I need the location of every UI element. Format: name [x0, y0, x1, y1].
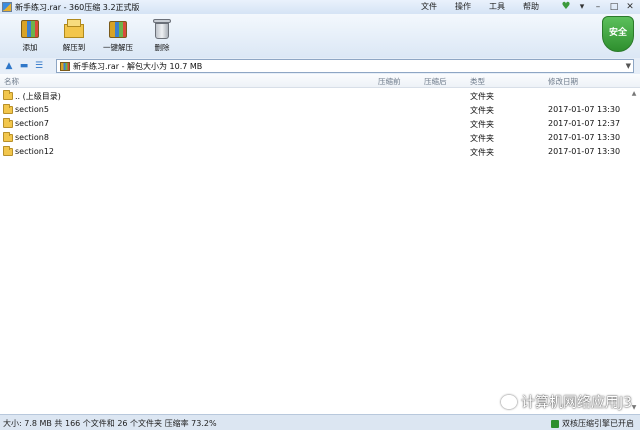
menu-help[interactable]: 帮助	[514, 0, 548, 14]
dropdown-icon[interactable]: ▾	[576, 1, 588, 13]
address-bar: ▲ ▬ ☰ 新手练习.rar - 解包大小为 10.7 MB ▼	[0, 58, 640, 74]
engine-status: 双核压缩引擎已开启	[551, 418, 634, 429]
list-item[interactable]: section7 文件夹 2017-01-07 12:37	[0, 117, 630, 131]
file-modified: 2017-01-07 13:30	[548, 133, 621, 142]
extract-to-button[interactable]: 解压到	[52, 14, 96, 58]
column-packed[interactable]: 压缩后	[424, 76, 447, 87]
list-item[interactable]: section5 文件夹 2017-01-07 13:30	[0, 103, 630, 117]
folder-open-icon	[63, 18, 85, 40]
archive-extract-icon	[107, 18, 129, 40]
engine-status-text: 双核压缩引擎已开启	[562, 419, 634, 428]
archive-add-icon	[19, 18, 41, 40]
close-button[interactable]: ✕	[624, 1, 636, 13]
maximize-button[interactable]: □	[608, 1, 620, 13]
column-type[interactable]: 类型	[470, 76, 485, 87]
up-arrow-icon[interactable]: ▲	[3, 60, 15, 72]
file-type: 文件夹	[470, 120, 494, 129]
menu-operate[interactable]: 操作	[446, 0, 480, 14]
folder-icon	[3, 104, 13, 114]
delete-button[interactable]: 删除	[140, 14, 184, 58]
file-list[interactable]: 名称 压缩前 压缩后 类型 修改日期 ▲ .. (上级目录) 文件夹 secti…	[0, 74, 640, 414]
file-modified: 2017-01-07 13:30	[548, 105, 621, 114]
file-name: .. (上级目录)	[15, 92, 61, 101]
file-type: 文件夹	[470, 92, 494, 101]
title-bar: 新手练习.rar - 360压缩 3.2正式版 文件 操作 工具 帮助 ♥ ▾ …	[0, 0, 640, 14]
watermark-text: 计算机网络应用J3	[520, 395, 632, 411]
menu-bar: 文件 操作 工具 帮助	[412, 0, 548, 14]
status-summary: 大小: 7.8 MB 共 166 个文件和 26 个文件夹 压缩率 73.2%	[3, 419, 217, 428]
one-click-extract-button[interactable]: 一键解压	[96, 14, 140, 58]
list-item[interactable]: section12 文件夹 2017-01-07 13:30	[0, 145, 630, 159]
extract-to-label: 解压到	[62, 43, 86, 52]
menu-tools[interactable]: 工具	[480, 0, 514, 14]
one-click-extract-label: 一键解压	[103, 43, 133, 52]
column-compressed[interactable]: 压缩前	[378, 76, 401, 87]
window-controls: ♥ ▾ – □ ✕	[560, 1, 636, 13]
archive-icon	[60, 61, 70, 71]
file-name: section7	[15, 119, 49, 128]
watermark: 计算机网络应用J3	[500, 392, 632, 412]
menu-file[interactable]: 文件	[412, 0, 446, 14]
path-text: 新手练习.rar - 解包大小为 10.7 MB	[73, 61, 203, 71]
file-modified: 2017-01-07 13:30	[548, 147, 621, 156]
scroll-up-arrow-icon[interactable]: ▲	[630, 90, 638, 98]
folder-icon	[3, 132, 13, 142]
chevron-down-icon[interactable]: ▼	[626, 60, 631, 72]
heart-icon[interactable]: ♥	[560, 1, 572, 13]
list-item[interactable]: section8 文件夹 2017-01-07 13:30	[0, 131, 630, 145]
file-name: section12	[15, 147, 54, 156]
folder-icon	[3, 90, 13, 100]
trash-icon	[151, 18, 173, 40]
minimize-button[interactable]: –	[592, 1, 604, 13]
list-item[interactable]: .. (上级目录) 文件夹	[0, 89, 630, 103]
path-field[interactable]: 新手练习.rar - 解包大小为 10.7 MB ▼	[56, 59, 634, 73]
add-button[interactable]: 添加	[8, 14, 52, 58]
delete-label: 删除	[154, 43, 170, 52]
view-toggle-icon[interactable]: ▬	[18, 60, 30, 72]
app-icon	[2, 2, 12, 12]
window-title: 新手练习.rar - 360压缩 3.2正式版	[15, 2, 140, 12]
file-type: 文件夹	[470, 106, 494, 115]
file-name: section5	[15, 105, 49, 114]
engine-icon	[551, 419, 559, 428]
folder-icon	[3, 146, 13, 156]
wechat-icon	[500, 395, 517, 409]
column-modified[interactable]: 修改日期	[548, 76, 578, 87]
status-bar: 大小: 7.8 MB 共 166 个文件和 26 个文件夹 压缩率 73.2% …	[0, 414, 640, 430]
file-type: 文件夹	[470, 134, 494, 143]
security-shield-icon[interactable]: 安全	[602, 16, 634, 52]
column-name[interactable]: 名称	[4, 76, 19, 87]
list-view-icon[interactable]: ☰	[33, 60, 45, 72]
file-type: 文件夹	[470, 148, 494, 157]
file-modified: 2017-01-07 12:37	[548, 119, 621, 128]
column-header: 名称 压缩前 压缩后 类型 修改日期	[0, 74, 640, 88]
add-label: 添加	[22, 43, 38, 52]
file-name: section8	[15, 133, 49, 142]
toolbar: 添加 解压到 一键解压 删除	[0, 14, 640, 58]
folder-icon	[3, 118, 13, 128]
